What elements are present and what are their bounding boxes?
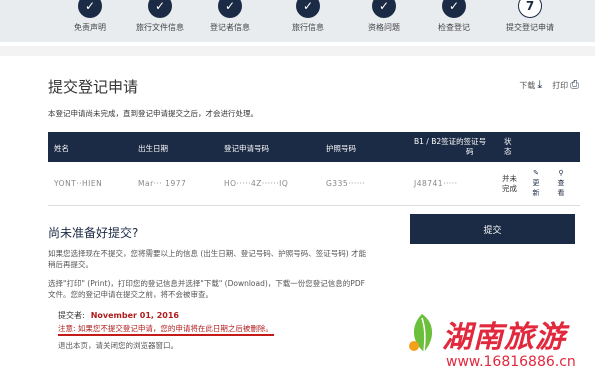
cell-name: YONT··HIEN — [54, 179, 103, 188]
cell-status: 并未 完成 — [502, 174, 517, 194]
exit-text: 退出本页，请关闭您的浏览器窗口。 — [58, 341, 178, 350]
table-header: 姓名 出生日期 登记申请号码 护照号码 B1 / B2签证的签证号 码 状 态 — [48, 132, 580, 162]
step-label: 免责声明 — [74, 23, 106, 32]
watermark: 湖南旅游 www.16816886.cn — [400, 310, 590, 376]
header-visa: B1 / B2签证的签证号 码 — [414, 137, 486, 157]
download-icon: ⤓ — [537, 78, 543, 91]
cell-visa: J48741····· — [414, 179, 458, 188]
step-check-icon: ✓ — [442, 0, 466, 18]
step-label: 提交登记申请 — [506, 23, 554, 32]
step-6: ✓ 检查登记 — [419, 0, 489, 33]
printer-icon: ⎙ — [570, 78, 579, 91]
step-label: 资格问题 — [368, 23, 400, 32]
application-table: 姓名 出生日期 登记申请号码 护照号码 B1 / B2签证的签证号 码 状 态 … — [48, 132, 580, 206]
submit-date: November 01, 2016 — [90, 311, 179, 320]
header-name: 姓名 — [54, 144, 69, 153]
submit-button[interactable]: 提交 — [410, 214, 575, 244]
header-visa-line2: 码 — [466, 147, 474, 156]
header-status-line2: 态 — [504, 147, 512, 156]
status-line1: 并未 — [502, 174, 517, 183]
step-label: 检查登记 — [438, 23, 470, 32]
header-status: 状 态 — [504, 137, 512, 157]
view-button[interactable]: ⚲ 查 看 — [553, 168, 569, 198]
leaf-logo-icon — [409, 314, 433, 353]
progress-bar: ✓ 免责声明 ✓ 旅行文件信息 ✓ 登记者信息 ✓ 旅行信息 ✓ 资格问题 ✓ … — [0, 0, 595, 42]
step-label: 旅行信息 — [292, 23, 324, 32]
submitter-line: 提交者: November 01, 2016 — [58, 310, 179, 321]
step-check-icon: ✓ — [78, 0, 102, 18]
red-underline — [58, 334, 274, 336]
step-check-icon: ✓ — [218, 0, 242, 18]
step-check-icon: ✓ — [296, 0, 320, 18]
step-label: 登记者信息 — [210, 23, 250, 32]
cell-dob: Mar··· 1977 — [138, 179, 187, 188]
watermark-brand: 湖南旅游 — [442, 320, 566, 355]
table-row: YONT··HIEN Mar··· 1977 HO·····4Z······IQ… — [48, 162, 580, 206]
page-actions: 下载 ⤓ 打印 ⎙ — [519, 78, 579, 92]
step-4: ✓ 旅行信息 — [273, 0, 343, 33]
divider — [0, 46, 595, 56]
header-dob: 出生日期 — [138, 144, 168, 153]
step-check-icon: ✓ — [372, 0, 396, 18]
step-2: ✓ 旅行文件信息 — [125, 0, 195, 33]
submitter-label: 提交者: — [58, 311, 85, 320]
step-number: 7 — [518, 0, 542, 18]
header-visa-line1: B1 / B2签证的签证号 — [414, 137, 487, 146]
step-5: ✓ 资格问题 — [349, 0, 419, 33]
deletion-note: 注意: 如果您不提交登记申请，您的申请将在此日期之后被删除。 — [58, 324, 273, 333]
update-line2: 新 — [532, 189, 540, 197]
step-label: 旅行文件信息 — [136, 23, 184, 32]
info-paragraph-2: 选择"打印" (Print)，打印您的登记信息并选择"下载" (Download… — [48, 279, 365, 299]
watermark-url: www.16816886.cn — [446, 354, 576, 370]
download-link[interactable]: 下载 ⤓ — [519, 78, 542, 92]
step-1: ✓ 免责声明 — [55, 0, 125, 33]
header-status-line1: 状 — [504, 137, 512, 146]
update-button[interactable]: ✎ 更 新 — [528, 168, 544, 198]
header-passport: 护照号码 — [326, 144, 356, 153]
cell-passport: G335······ — [326, 179, 366, 188]
status-line2: 完成 — [502, 184, 517, 193]
step-3: ✓ 登记者信息 — [195, 0, 265, 33]
step-check-icon: ✓ — [148, 0, 172, 18]
download-label: 下载 — [519, 81, 536, 90]
header-reg-no: 登记申请号码 — [224, 144, 269, 153]
not-ready-heading: 尚未准备好提交? — [48, 226, 139, 240]
print-link[interactable]: 打印 ⎙ — [552, 78, 579, 92]
page-title: 提交登记申请 — [48, 78, 139, 96]
view-line1: 查 — [557, 179, 565, 187]
info-paragraph-1: 如果您选择现在不提交，您将需要以上的信息 (出生日期、登记号码、护照号码、签证号… — [48, 249, 367, 269]
print-label: 打印 — [552, 81, 569, 90]
step-7: 7 提交登记申请 — [495, 0, 565, 33]
update-line1: 更 — [532, 179, 540, 187]
info-text: 本登记申请尚未完成，直到登记申请提交之后，才会进行处理。 — [48, 109, 258, 118]
view-line2: 看 — [557, 189, 565, 197]
pencil-icon: ✎ — [533, 169, 539, 177]
magnifier-icon: ⚲ — [558, 169, 564, 177]
cell-reg-no: HO·····4Z······IQ — [224, 179, 289, 188]
